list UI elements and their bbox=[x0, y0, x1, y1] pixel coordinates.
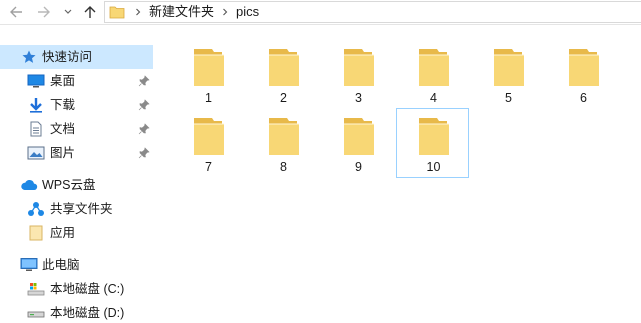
folder-icon bbox=[109, 6, 125, 19]
sidebar-item-label: 应用 bbox=[50, 226, 76, 240]
folder-icon bbox=[269, 49, 299, 86]
folder-icon bbox=[569, 49, 599, 86]
sidebar-item-label: 下载 bbox=[50, 98, 76, 112]
sidebar-item-label: 图片 bbox=[50, 146, 76, 160]
folder-name: 6 bbox=[580, 91, 587, 105]
folder-name: 2 bbox=[280, 91, 287, 105]
arrow-left-icon bbox=[10, 6, 22, 18]
folder-name: 4 bbox=[430, 91, 437, 105]
sidebar-item-drive-c[interactable]: 本地磁盘 (C:) bbox=[0, 277, 153, 301]
drive-icon bbox=[27, 305, 45, 321]
folder-icon bbox=[419, 49, 449, 86]
folder-icon bbox=[344, 118, 374, 155]
arrow-right-icon bbox=[38, 6, 50, 18]
sidebar-item-label: 此电脑 bbox=[42, 258, 80, 272]
folder-name: 5 bbox=[505, 91, 512, 105]
star-icon bbox=[20, 49, 38, 65]
folder-icon bbox=[419, 118, 449, 155]
sidebar-item-drive-d[interactable]: 本地磁盘 (D:) bbox=[0, 301, 153, 323]
folder-name: 10 bbox=[426, 160, 441, 174]
sidebar-item-downloads[interactable]: 下载 bbox=[0, 93, 153, 117]
folder-name: 1 bbox=[205, 91, 212, 105]
breadcrumb-item[interactable]: 新建文件夹 bbox=[145, 2, 218, 22]
sidebar-item-apps[interactable]: 应用 bbox=[0, 221, 153, 245]
sidebar-item-this-pc[interactable]: 此电脑 bbox=[0, 253, 153, 277]
chevron-right-icon bbox=[223, 8, 228, 16]
pin-icon bbox=[138, 99, 150, 111]
back-button[interactable] bbox=[8, 3, 24, 21]
folder-icon bbox=[269, 118, 299, 155]
folder-item[interactable]: 6 bbox=[546, 39, 619, 109]
file-list: 1 2 3 4 5 6 7 8 9 10 bbox=[160, 26, 641, 323]
folder-name: 7 bbox=[205, 160, 212, 174]
folder-item[interactable]: 9 bbox=[321, 108, 394, 178]
folder-item[interactable]: 7 bbox=[171, 108, 244, 178]
folder-icon bbox=[344, 49, 374, 86]
sidebar-item-label: 本地磁盘 (D:) bbox=[50, 306, 125, 320]
sidebar-item-label: 桌面 bbox=[50, 74, 76, 88]
sidebar-item-label: 快速访问 bbox=[42, 50, 93, 64]
download-icon bbox=[27, 97, 45, 113]
sidebar-item-quick-access[interactable]: 快速访问 bbox=[0, 45, 153, 69]
cloud-icon bbox=[20, 177, 38, 193]
sidebar-item-label: WPS云盘 bbox=[42, 178, 96, 192]
sidebar-item-documents[interactable]: 文档 bbox=[0, 117, 153, 141]
navigation-pane: 快速访问 桌面 下载 文档 图片 WPS云盘 共享文件夹 应用 此电脑 本地磁盘… bbox=[0, 26, 155, 323]
breadcrumb-separator[interactable] bbox=[218, 1, 232, 23]
breadcrumb-item[interactable]: pics bbox=[232, 2, 263, 22]
folder-item-selected[interactable]: 10 bbox=[396, 108, 469, 178]
sidebar-item-pictures[interactable]: 图片 bbox=[0, 141, 153, 165]
sidebar-item-label: 共享文件夹 bbox=[50, 202, 113, 216]
pin-icon bbox=[138, 75, 150, 87]
folder-name: 9 bbox=[355, 160, 362, 174]
address-bar[interactable]: 新建文件夹 pics bbox=[104, 1, 641, 23]
share-icon bbox=[27, 201, 45, 217]
document-icon bbox=[27, 121, 45, 137]
navigation-bar: 新建文件夹 pics bbox=[0, 0, 641, 25]
folder-item[interactable]: 3 bbox=[321, 39, 394, 109]
chevron-down-icon bbox=[64, 9, 72, 14]
up-button[interactable] bbox=[82, 3, 98, 21]
recent-locations-button[interactable] bbox=[62, 3, 74, 21]
arrow-up-icon bbox=[84, 6, 96, 18]
folder-name: 3 bbox=[355, 91, 362, 105]
sidebar-item-label: 文档 bbox=[50, 122, 76, 136]
breadcrumb-separator[interactable] bbox=[131, 1, 145, 23]
pin-icon bbox=[138, 147, 150, 159]
drive-icon bbox=[27, 281, 45, 297]
forward-button[interactable] bbox=[36, 3, 52, 21]
sidebar-item-shared-folder[interactable]: 共享文件夹 bbox=[0, 197, 153, 221]
sidebar-item-label: 本地磁盘 (C:) bbox=[50, 282, 125, 296]
chevron-right-icon bbox=[136, 8, 141, 16]
folder-item[interactable]: 8 bbox=[246, 108, 319, 178]
pictures-icon bbox=[27, 145, 45, 161]
folder-icon bbox=[194, 49, 224, 86]
folder-item[interactable]: 5 bbox=[471, 39, 544, 109]
folder-item[interactable]: 2 bbox=[246, 39, 319, 109]
computer-icon bbox=[20, 257, 38, 273]
folder-icon bbox=[27, 225, 45, 241]
folder-item[interactable]: 1 bbox=[171, 39, 244, 109]
folder-icon bbox=[494, 49, 524, 86]
desktop-icon bbox=[27, 73, 45, 89]
folder-name: 8 bbox=[280, 160, 287, 174]
sidebar-item-desktop[interactable]: 桌面 bbox=[0, 69, 153, 93]
folder-item[interactable]: 4 bbox=[396, 39, 469, 109]
pin-icon bbox=[138, 123, 150, 135]
sidebar-item-wps-cloud[interactable]: WPS云盘 bbox=[0, 173, 153, 197]
folder-icon bbox=[194, 118, 224, 155]
